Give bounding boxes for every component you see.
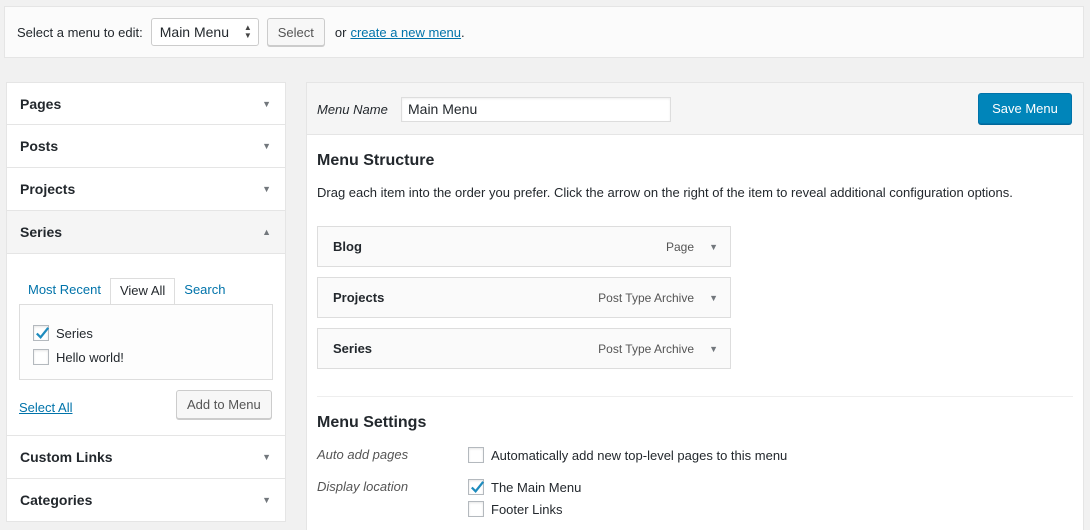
caret-down-icon: ▼ bbox=[262, 495, 271, 505]
auto-add-checkbox[interactable] bbox=[468, 447, 484, 463]
accordion-categories[interactable]: Categories ▼ bbox=[6, 479, 286, 522]
menu-dropdown-value: Main Menu bbox=[159, 24, 230, 40]
menu-name-label: Menu Name bbox=[317, 102, 388, 117]
menu-item-title: Projects bbox=[333, 290, 385, 305]
add-menu-items-panel: Pages ▼ Posts ▼ Projects ▼ Series ▲ Most… bbox=[6, 82, 286, 522]
location-label: Footer Links bbox=[491, 501, 563, 517]
select-menu-label: Select a menu to edit: bbox=[17, 24, 143, 40]
caret-down-icon[interactable]: ▼ bbox=[709, 242, 718, 252]
accordion-custom-links[interactable]: Custom Links ▼ bbox=[6, 436, 286, 479]
menu-item-type: Page bbox=[665, 239, 694, 254]
caret-down-icon: ▼ bbox=[262, 141, 271, 151]
display-location-label: Display location bbox=[317, 479, 409, 494]
accordion-series[interactable]: Series ▲ bbox=[6, 211, 286, 254]
select-all-link[interactable]: Select All bbox=[19, 400, 72, 415]
tab-most-recent[interactable]: Most Recent bbox=[19, 278, 110, 305]
accordion-label: Projects bbox=[20, 181, 76, 197]
location-footer-row: Footer Links bbox=[468, 501, 563, 517]
footer-links-checkbox[interactable] bbox=[468, 501, 484, 517]
caret-down-icon[interactable]: ▼ bbox=[709, 293, 718, 303]
list-item: Series bbox=[20, 321, 272, 345]
add-to-menu-button[interactable]: Add to Menu bbox=[176, 390, 272, 419]
menu-editor: Menu Name Main Menu Save Menu Menu Struc… bbox=[306, 82, 1084, 530]
accordion-label: Series bbox=[20, 224, 63, 240]
menu-structure-desc: Drag each item into the order you prefer… bbox=[317, 185, 1013, 200]
series-checklist: Series Hello world! bbox=[19, 304, 273, 380]
menu-select-bar: Select a menu to edit: Main Menu ▲ ▼ Sele… bbox=[4, 6, 1084, 58]
list-item: Hello world! bbox=[20, 345, 272, 369]
caret-down-icon: ▼ bbox=[262, 452, 271, 462]
series-tabs: Most Recent View All Search bbox=[19, 278, 234, 305]
menu-item-type: Post Type Archive bbox=[598, 290, 694, 305]
divider bbox=[317, 396, 1073, 397]
auto-add-label: Auto add pages bbox=[317, 447, 409, 462]
checkmark-icon bbox=[35, 327, 50, 340]
menu-item-blog[interactable]: Blog Page ▼ bbox=[317, 226, 731, 267]
accordion-projects[interactable]: Projects ▼ bbox=[6, 168, 286, 211]
series-panel: Most Recent View All Search Series Hello… bbox=[6, 254, 286, 436]
caret-down-icon: ▼ bbox=[262, 98, 271, 109]
checkmark-icon bbox=[470, 481, 485, 494]
main-menu-checkbox[interactable] bbox=[468, 479, 485, 495]
auto-add-row: Automatically add new top-level pages to… bbox=[468, 447, 787, 463]
accordion-label: Custom Links bbox=[20, 449, 113, 465]
tab-view-all[interactable]: View All bbox=[109, 278, 176, 305]
accordion-label: Pages bbox=[20, 95, 62, 112]
create-menu-link[interactable]: create a new menu bbox=[350, 25, 461, 40]
auto-add-option-label: Automatically add new top-level pages to… bbox=[491, 447, 788, 463]
period-text: . bbox=[461, 24, 465, 40]
accordion-pages[interactable]: Pages ▼ bbox=[6, 82, 286, 125]
caret-down-icon: ▼ bbox=[262, 184, 271, 194]
menu-item-series[interactable]: Series Post Type Archive ▼ bbox=[317, 328, 731, 369]
accordion-label: Posts bbox=[20, 138, 59, 154]
menu-header: Menu Name Main Menu Save Menu bbox=[307, 83, 1083, 135]
location-main-row: The Main Menu bbox=[468, 479, 581, 495]
menu-dropdown[interactable]: Main Menu ▲ ▼ bbox=[150, 18, 259, 46]
accordion-posts[interactable]: Posts ▼ bbox=[6, 125, 286, 168]
menu-settings-title: Menu Settings bbox=[317, 414, 427, 431]
menu-name-input[interactable]: Main Menu bbox=[401, 97, 671, 122]
select-arrows-icon: ▲ ▼ bbox=[243, 23, 252, 40]
caret-down-icon[interactable]: ▼ bbox=[709, 344, 718, 354]
menu-item-type: Post Type Archive bbox=[598, 341, 694, 356]
menu-item-title: Blog bbox=[333, 239, 362, 254]
menu-structure-title: Menu Structure bbox=[317, 152, 435, 169]
caret-up-icon: ▲ bbox=[262, 227, 271, 237]
accordion-label: Categories bbox=[20, 492, 93, 508]
select-button[interactable]: Select bbox=[266, 18, 325, 46]
or-text: or bbox=[334, 24, 347, 40]
series-checkbox[interactable] bbox=[33, 325, 50, 341]
menu-item-title: Series bbox=[333, 341, 373, 356]
tab-search[interactable]: Search bbox=[175, 278, 234, 305]
save-menu-button[interactable]: Save Menu bbox=[978, 93, 1072, 124]
menu-item-projects[interactable]: Projects Post Type Archive ▼ bbox=[317, 277, 731, 318]
checkbox-label: Series bbox=[56, 325, 93, 341]
checkbox-label: Hello world! bbox=[56, 349, 124, 365]
hello-world-checkbox[interactable] bbox=[33, 349, 49, 365]
location-label: The Main Menu bbox=[491, 479, 582, 495]
